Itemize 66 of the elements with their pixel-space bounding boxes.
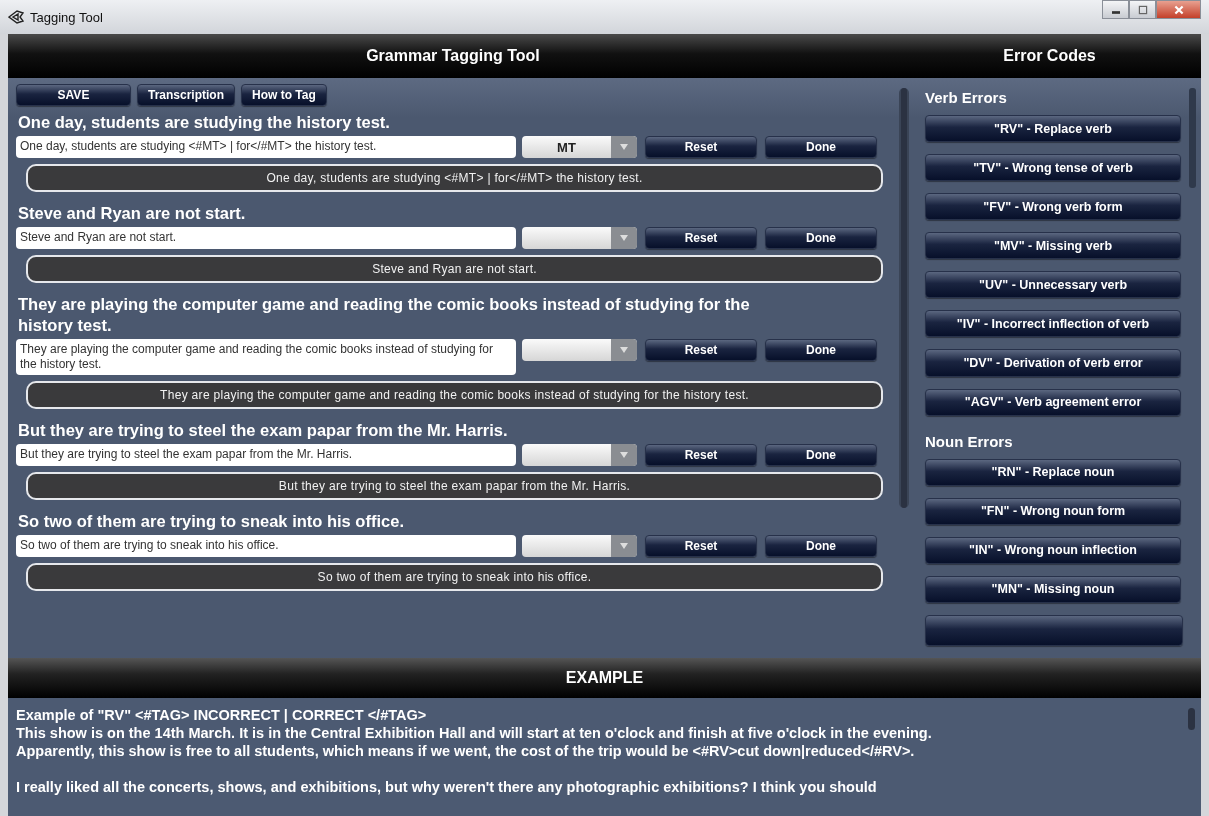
- sentence-heading: Steve and Ryan are not start.: [17, 203, 247, 224]
- tag-dropdown[interactable]: [522, 227, 637, 249]
- example-text: Example of "RV" <#TAG> INCORRECT | CORRECT </#TAG>: [16, 706, 428, 724]
- example-text: This show is on the 14th March. It is in the Central Exhibition Hall and will start at ten o'clock and finish at five o'clock in the evening.: [16, 724, 933, 742]
- tag-dropdown[interactable]: [522, 444, 637, 466]
- maximize-button[interactable]: [1129, 0, 1156, 19]
- minimize-button[interactable]: [1102, 0, 1129, 19]
- reset-button[interactable]: Reset: [645, 136, 757, 158]
- error-code-button[interactable]: "UV" - Unnecessary verb: [925, 271, 1182, 299]
- error-code-button[interactable]: "IN" - Wrong noun inflection: [925, 536, 1182, 564]
- scrollbar[interactable]: [1189, 88, 1197, 188]
- window-title: Tagging Tool: [30, 9, 104, 25]
- toolbar-button[interactable]: How to Tag: [241, 84, 327, 106]
- scrollbar[interactable]: [899, 88, 910, 508]
- tagged-output: One day, students are studying <#MT> | for</#MT> the history test.: [26, 164, 884, 192]
- reset-button[interactable]: Reset: [645, 227, 757, 249]
- tagged-output: They are playing the computer game and reading the comic books instead of studying for the history test.: [26, 381, 884, 409]
- input-field[interactable]: But they are trying to steel the exam papar from the Mr. Harris.: [16, 444, 516, 466]
- error-code-button[interactable]: "DV" - Derivation of verb error: [925, 349, 1182, 377]
- done-button[interactable]: Done: [765, 339, 877, 361]
- error-codes-title: Error Codes: [1002, 47, 1097, 65]
- tag-dropdown[interactable]: [522, 339, 637, 361]
- example-text: Apparently, this show is free to all students, which means if we went, the cost of the trip would be <#RV>cut down|reduced</#RV>.: [16, 742, 916, 760]
- error-code-button[interactable]: "RV" - Replace verb: [925, 115, 1182, 143]
- error-group-title: Verb Errors: [925, 88, 1008, 108]
- reset-button[interactable]: Reset: [645, 535, 757, 557]
- input-field[interactable]: So two of them are trying to sneak into his office.: [16, 535, 516, 557]
- minimize-icon: [1111, 11, 1120, 14]
- app-header-title: Grammar Tagging Tool: [365, 47, 541, 65]
- close-icon: [1172, 4, 1185, 15]
- reset-button[interactable]: Reset: [645, 444, 757, 466]
- error-code-button[interactable]: "RN" - Replace noun: [925, 458, 1182, 486]
- done-button[interactable]: Done: [765, 227, 877, 249]
- tagged-output: But they are trying to steel the exam papar from the Mr. Harris.: [26, 472, 884, 500]
- toolbar-button[interactable]: Transcription: [137, 84, 235, 106]
- reset-button[interactable]: Reset: [645, 339, 757, 361]
- scrollbar[interactable]: [1188, 708, 1195, 730]
- sentence-heading: But they are trying to steel the exam papar from the Mr. Harris.: [17, 420, 509, 441]
- input-field[interactable]: They are playing the computer game and reading the comic books instead of studying for the history test.: [16, 339, 516, 375]
- example-text: I really liked all the concerts, shows, and exhibitions, but why weren't there any photographic exhibitions? I think you should: [16, 778, 878, 796]
- app-icon: [8, 10, 24, 24]
- error-code-button[interactable]: "MV" - Missing verb: [925, 232, 1182, 260]
- error-group-title: Noun Errors: [925, 431, 1014, 452]
- error-code-button[interactable]: "AGV" - Verb agreement error: [925, 388, 1182, 416]
- sentence-heading: One day, students are studying the history test.: [17, 112, 391, 133]
- input-field[interactable]: Steve and Ryan are not start.: [16, 227, 516, 249]
- tagged-output: So two of them are trying to sneak into his office.: [26, 563, 884, 591]
- toolbar-button[interactable]: SAVE: [16, 84, 131, 106]
- tag-dropdown[interactable]: MT: [522, 136, 637, 158]
- done-button[interactable]: Done: [765, 535, 877, 557]
- error-code-button[interactable]: "FN" - Wrong noun form: [925, 497, 1182, 525]
- input-field[interactable]: One day, students are studying <#MT> | for</#MT> the history test.: [16, 136, 516, 158]
- error-code-button[interactable]: "FV" - Wrong verb form: [925, 193, 1182, 221]
- example-title: EXAMPLE: [565, 669, 644, 687]
- error-code-button[interactable]: "IV" - Incorrect inflection of verb: [925, 310, 1182, 338]
- tag-dropdown[interactable]: [522, 535, 637, 557]
- close-button[interactable]: [1156, 0, 1201, 19]
- sentence-heading: They are playing the computer game and reading the comic books instead of studying for the history test.: [17, 294, 751, 336]
- error-code-button[interactable]: [925, 614, 1184, 646]
- maximize-icon: [1136, 4, 1149, 15]
- done-button[interactable]: Done: [765, 444, 877, 466]
- tagged-output: Steve and Ryan are not start.: [26, 255, 884, 283]
- done-button[interactable]: Done: [765, 136, 877, 158]
- error-code-button[interactable]: "MN" - Missing noun: [925, 575, 1182, 603]
- error-code-button[interactable]: "TV" - Wrong tense of verb: [925, 154, 1182, 182]
- sentence-heading: So two of them are trying to sneak into his office.: [17, 511, 405, 532]
